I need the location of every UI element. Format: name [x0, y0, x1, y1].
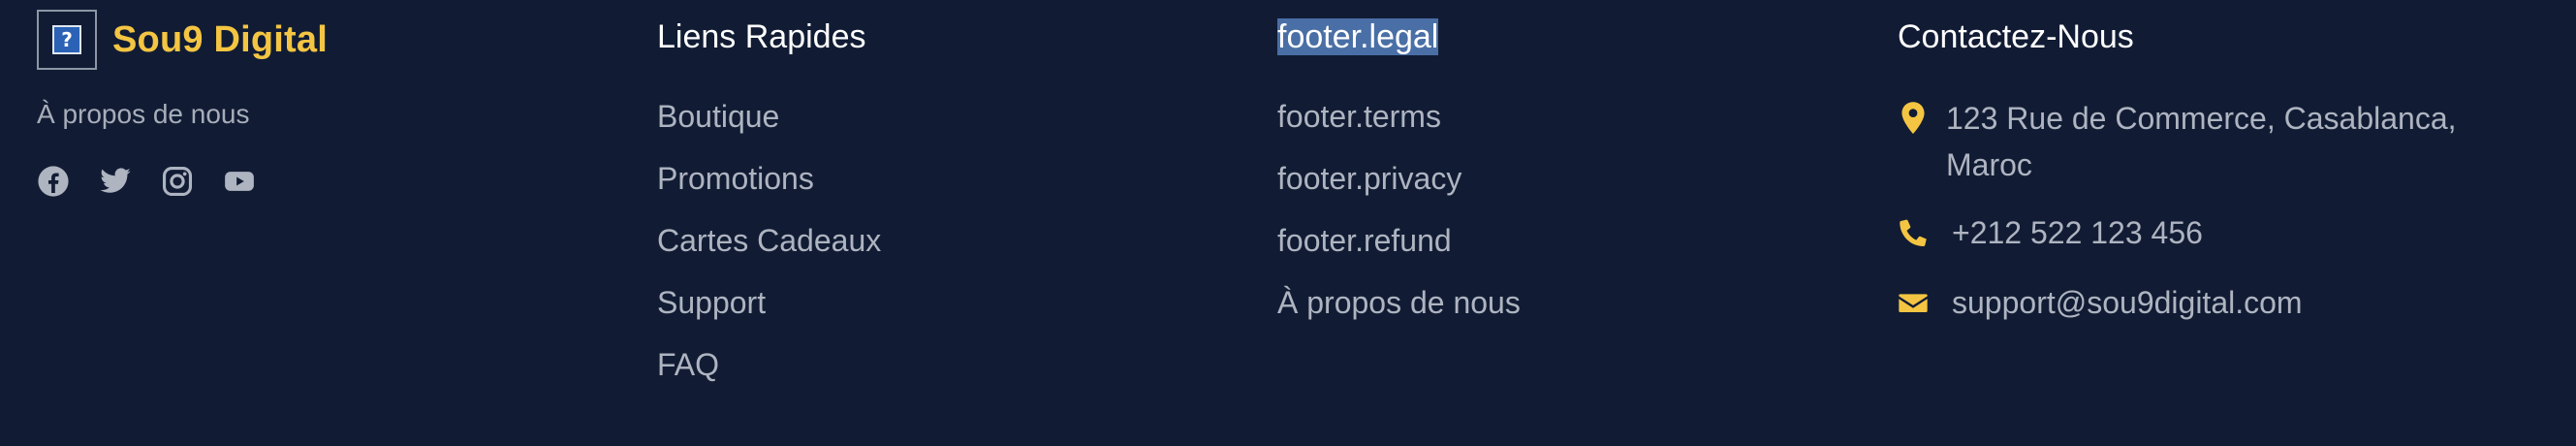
contact-phone: +212 522 123 456 [1898, 209, 2489, 256]
footer-quick-links-column: Liens Rapides Boutique Promotions Cartes… [657, 0, 881, 407]
legal-links-list: footer.terms footer.privacy footer.refun… [1277, 97, 1521, 322]
legal-link-privacy[interactable]: footer.privacy [1277, 159, 1521, 198]
quick-link-boutique[interactable]: Boutique [657, 97, 881, 136]
youtube-icon[interactable] [223, 165, 256, 198]
footer-contact-column: Contactez-Nous 123 Rue de Commerce, Casa… [1898, 0, 2489, 326]
legal-link-about[interactable]: À propos de nous [1277, 283, 1521, 322]
quick-link-promotions[interactable]: Promotions [657, 159, 881, 198]
contact-address: 123 Rue de Commerce, Casablanca, Maroc [1898, 95, 2489, 188]
quick-link-faq[interactable]: FAQ [657, 345, 881, 384]
instagram-icon[interactable] [161, 165, 194, 198]
contact-email-text[interactable]: support@sou9digital.com [1952, 285, 2303, 320]
social-links [37, 165, 328, 198]
twitter-icon[interactable] [99, 165, 132, 198]
brand-name: Sou9 Digital [112, 18, 328, 60]
contact-email: support@sou9digital.com [1898, 279, 2489, 326]
contact-list: 123 Rue de Commerce, Casablanca, Maroc +… [1898, 95, 2489, 326]
footer-legal-column: footer.legal footer.terms footer.privacy… [1277, 0, 1521, 345]
brand-about-text: À propos de nous [37, 99, 250, 129]
legal-link-terms[interactable]: footer.terms [1277, 97, 1521, 136]
broken-image-icon: ? [52, 25, 81, 54]
quick-links-heading: Liens Rapides [657, 18, 866, 55]
legal-link-refund[interactable]: footer.refund [1277, 221, 1521, 260]
site-footer: ? Sou9 Digital À propos de nous Liens Ra… [0, 0, 2576, 446]
legal-heading-text: footer.legal [1277, 18, 1439, 55]
contact-phone-text[interactable]: +212 522 123 456 [1952, 215, 2203, 250]
footer-brand-column: ? Sou9 Digital À propos de nous [37, 0, 328, 198]
facebook-icon[interactable] [37, 165, 70, 198]
logo-image: ? [37, 10, 97, 70]
brand-logo-link[interactable]: ? Sou9 Digital [37, 10, 328, 70]
contact-address-text: 123 Rue de Commerce, Casablanca, Maroc [1946, 101, 2457, 182]
quick-links-list: Boutique Promotions Cartes Cadeaux Suppo… [657, 97, 881, 384]
quick-link-support[interactable]: Support [657, 283, 881, 322]
map-pin-icon [1898, 101, 1929, 136]
quick-link-gift-cards[interactable]: Cartes Cadeaux [657, 221, 881, 260]
contact-heading: Contactez-Nous [1898, 18, 2134, 55]
envelope-icon [1898, 285, 1929, 320]
phone-icon [1898, 215, 1929, 250]
legal-heading: footer.legal [1277, 17, 1521, 56]
